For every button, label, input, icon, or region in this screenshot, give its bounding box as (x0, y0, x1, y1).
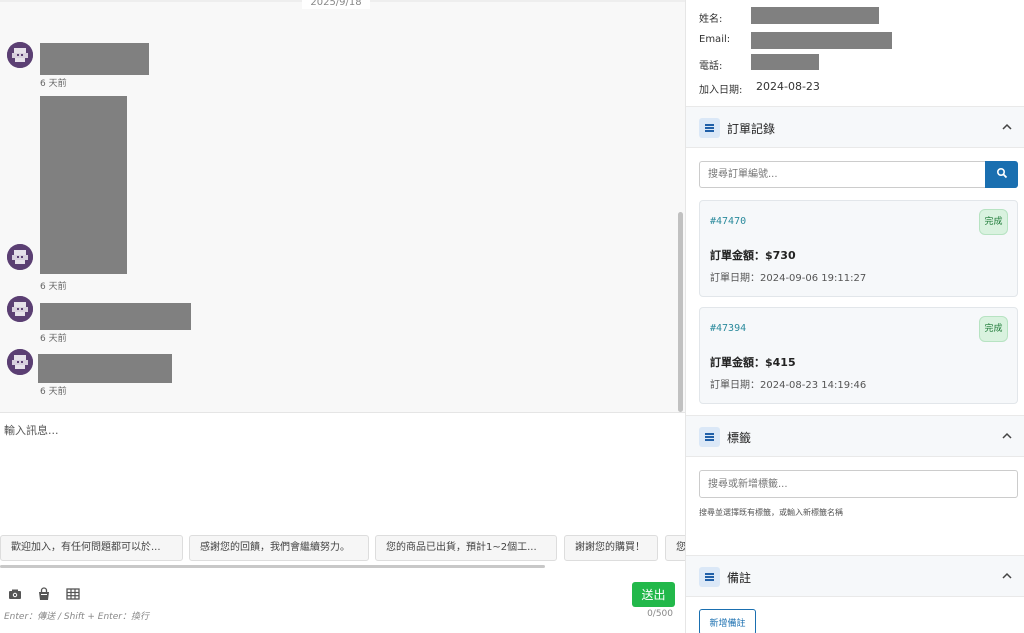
section-title: 訂單記錄 (727, 122, 776, 136)
chevron-up-icon[interactable] (1001, 570, 1013, 582)
order-date: 訂單日期：2024-09-06 19:11:27 (710, 273, 867, 284)
message-input[interactable] (0, 413, 680, 531)
message-bubble-redacted (38, 354, 172, 383)
keyboard-hint: Enter：傳送 / Shift + Enter：換行 (4, 612, 149, 622)
list-icon (699, 118, 720, 138)
message-time: 6 天前 (40, 79, 67, 89)
quick-reply-button[interactable]: 您 (665, 535, 685, 561)
add-note-button[interactable]: 新增備註 (699, 609, 756, 633)
email-label: Email: (699, 34, 731, 45)
orders-section-header[interactable]: 訂單記錄 (686, 106, 1024, 148)
phone-label: 電話: (699, 61, 723, 72)
avatar[interactable] (7, 349, 33, 375)
search-icon (996, 167, 1007, 179)
scrollbar[interactable] (678, 212, 683, 412)
list-icon (699, 567, 720, 587)
message-list[interactable]: 2025/9/18 6 天前 6 天前 6 天前 6 天前 (0, 0, 685, 412)
list-icon (699, 427, 720, 447)
avatar[interactable] (7, 296, 33, 322)
section-title: 備註 (727, 571, 752, 585)
date-separator: 2025/9/18 (302, 0, 370, 9)
name-value-redacted (751, 7, 879, 24)
phone-value-redacted (751, 54, 819, 70)
order-date: 訂單日期：2024-08-23 14:19:46 (710, 380, 867, 391)
tag-hint: 搜尋並選擇既有標籤，或輸入新標籤名稱 (699, 508, 843, 517)
chevron-up-icon[interactable] (1001, 430, 1013, 442)
message-time: 6 天前 (40, 334, 67, 344)
status-badge: 完成 (979, 316, 1008, 342)
name-label: 姓名: (699, 14, 723, 25)
status-badge: 完成 (979, 209, 1008, 235)
composer: 歡迎加入，有任何問題都可以於... 感謝您的回饋，我們會繼續努力。 您的商品已出… (0, 412, 685, 633)
avatar[interactable] (7, 42, 33, 68)
order-number-link[interactable]: #47394 (710, 323, 746, 334)
table-icon[interactable] (66, 587, 80, 601)
camera-icon[interactable] (8, 587, 22, 601)
quick-reply-button[interactable]: 歡迎加入，有任何問題都可以於... (0, 535, 183, 561)
quick-reply-button[interactable]: 感謝您的回饋，我們會繼續努力。 (189, 535, 369, 561)
chevron-up-icon[interactable] (1001, 121, 1013, 133)
order-search-input[interactable] (699, 161, 985, 188)
tag-search-input[interactable] (699, 470, 1018, 498)
order-card[interactable]: #47470 完成 訂單金額：$730 訂單日期：2024-09-06 19:1… (699, 200, 1018, 297)
order-number-link[interactable]: #47470 (710, 216, 746, 227)
message-image-redacted[interactable] (40, 96, 127, 274)
order-card[interactable]: #47394 完成 訂單金額：$415 訂單日期：2024-08-23 14:1… (699, 307, 1018, 404)
horizontal-scrollbar[interactable] (0, 565, 545, 568)
quick-reply-button[interactable]: 您的商品已出貨，預計1~2個工... (375, 535, 557, 561)
customer-sidebar: 姓名: Email: 電話: 加入日期: 2024-08-23 訂單記錄 #47… (685, 0, 1024, 633)
message-time: 6 天前 (40, 282, 67, 292)
tags-section-header[interactable]: 標籤 (686, 415, 1024, 457)
email-value-redacted (751, 32, 892, 49)
send-button[interactable]: 送出 (632, 582, 675, 607)
message-bubble-redacted (40, 303, 191, 330)
joined-label: 加入日期: (699, 85, 743, 96)
message-time: 6 天前 (40, 387, 67, 397)
order-amount: 訂單金額：$730 (710, 249, 796, 262)
bag-icon[interactable] (37, 587, 51, 601)
avatar[interactable] (7, 244, 33, 270)
notes-section-header[interactable]: 備註 (686, 555, 1024, 597)
joined-date: 2024-08-23 (756, 80, 820, 93)
message-bubble-redacted (40, 43, 149, 75)
app: 2025/9/18 6 天前 6 天前 6 天前 6 天前 輸入訊息... 歡迎… (0, 0, 1024, 633)
chat-pane: 2025/9/18 6 天前 6 天前 6 天前 6 天前 輸入訊息... 歡迎… (0, 0, 685, 633)
quick-replies: 歡迎加入，有任何問題都可以於... 感謝您的回饋，我們會繼續努力。 您的商品已出… (0, 535, 685, 561)
order-amount: 訂單金額：$415 (710, 356, 796, 369)
order-search-button[interactable] (985, 161, 1018, 188)
quick-reply-button[interactable]: 謝謝您的購買！ (564, 535, 658, 561)
section-title: 標籤 (727, 431, 752, 445)
char-counter: 0/500 (647, 609, 673, 619)
